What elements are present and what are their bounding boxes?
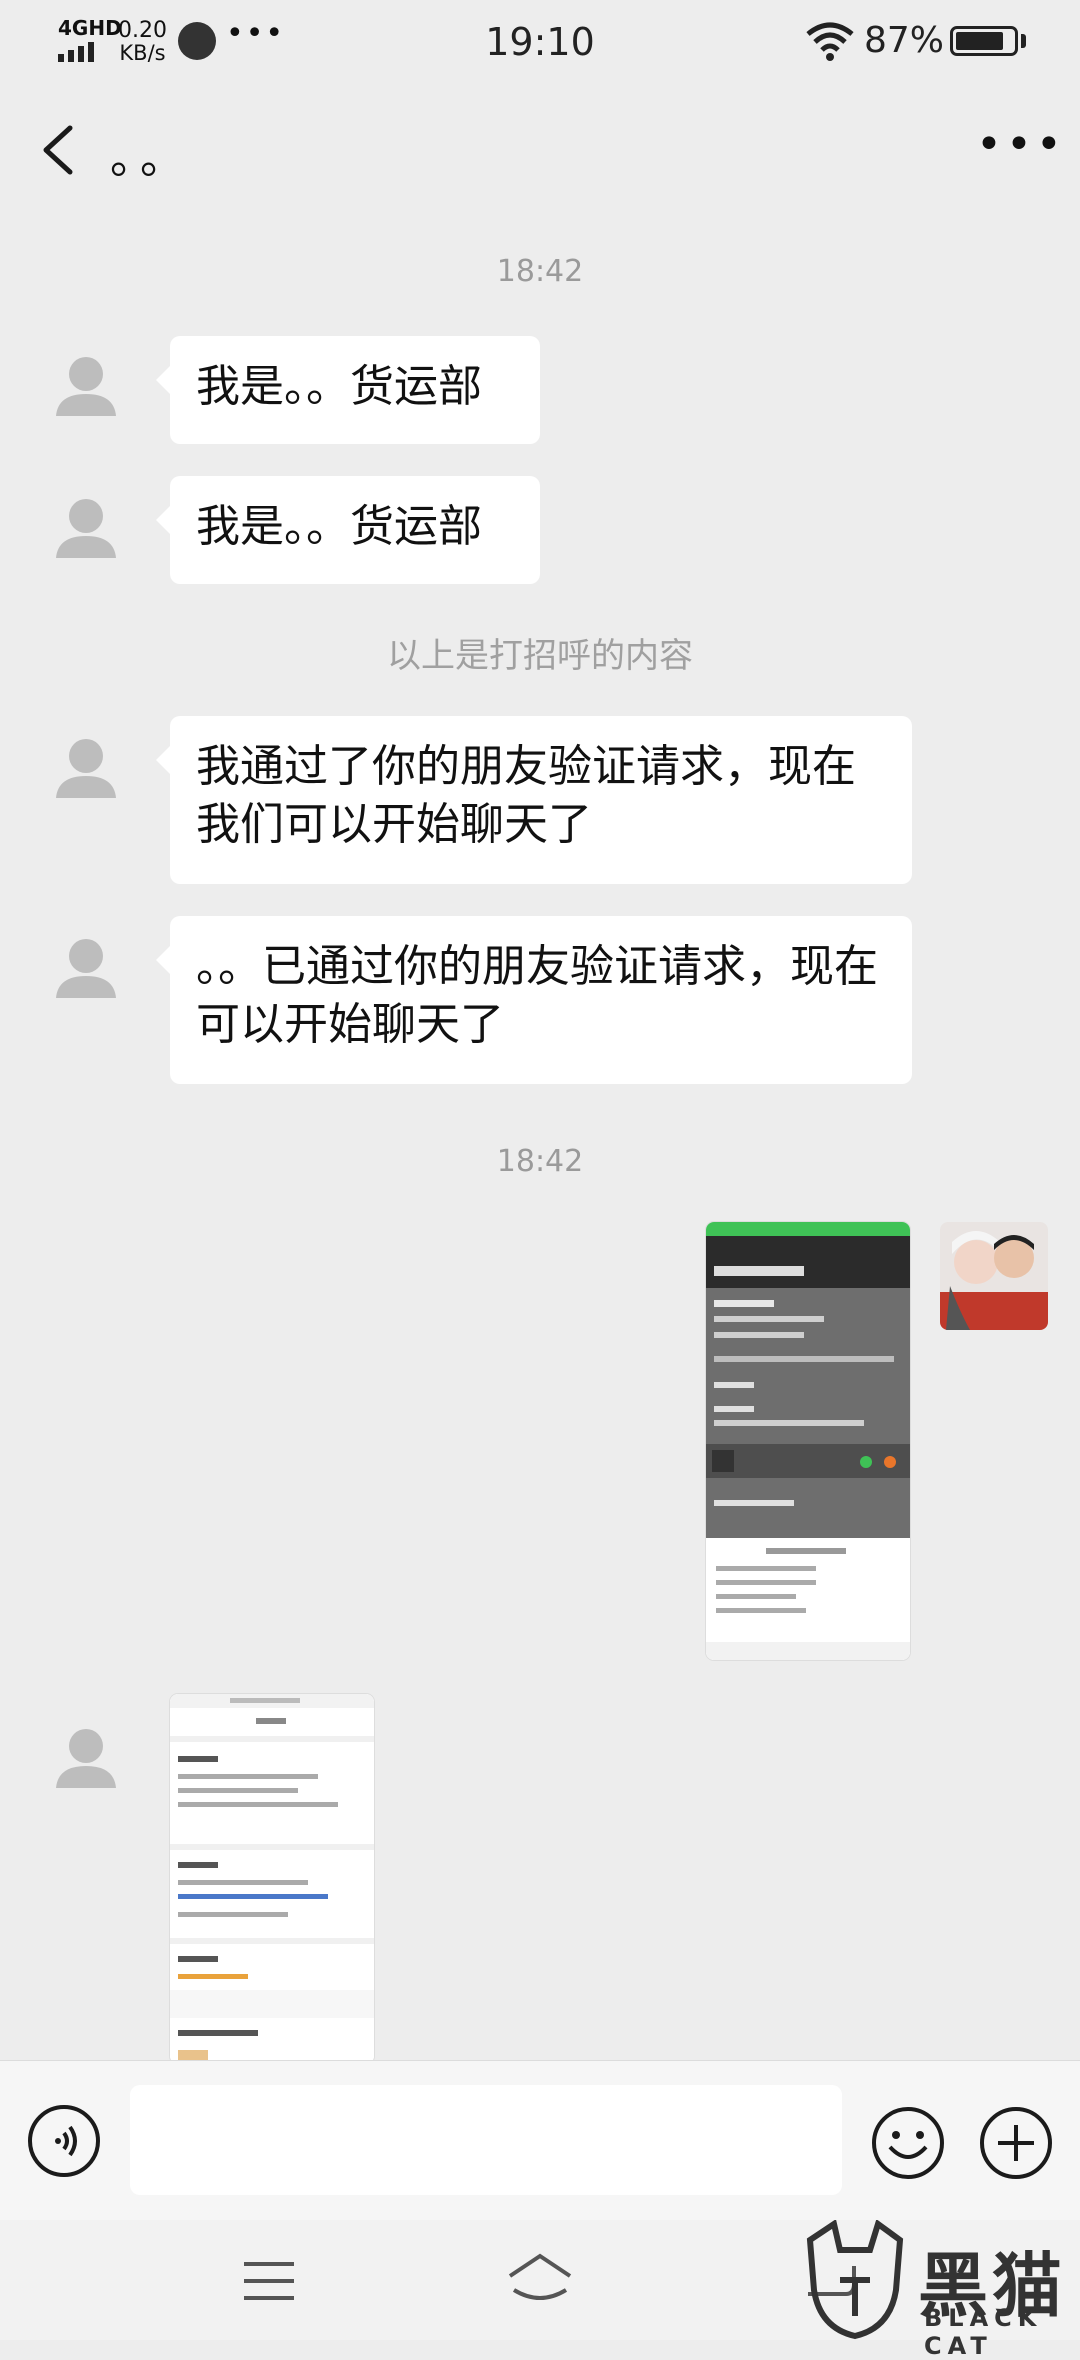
image-message-received[interactable] — [170, 1694, 374, 2060]
chat-header: 。。 ••• — [0, 84, 1080, 214]
default-avatar-icon — [56, 739, 116, 798]
voice-input-button[interactable] — [28, 2105, 100, 2177]
contact-avatar[interactable] — [44, 726, 128, 810]
message-bubble[interactable]: 。。已通过你的朋友验证请求，现在可以开始聊天了 — [156, 916, 912, 1084]
default-avatar-icon — [56, 1729, 116, 1788]
my-avatar[interactable] — [940, 1222, 1048, 1330]
screenshot-thumbnail — [170, 1694, 374, 2060]
cat-logo-icon — [806, 2220, 904, 2340]
contact-avatar[interactable] — [44, 1716, 128, 1800]
contact-avatar[interactable] — [44, 344, 128, 428]
back-arrow-icon[interactable] — [34, 120, 84, 180]
contact-avatar[interactable] — [44, 926, 128, 1010]
battery-tip — [1021, 34, 1026, 48]
timestamp: 18:42 — [496, 254, 584, 289]
battery-icon — [950, 26, 1018, 56]
timestamp: 18:42 — [496, 1144, 584, 1179]
default-avatar-icon — [56, 499, 116, 558]
screenshot-thumbnail — [706, 1222, 910, 1660]
message-input[interactable] — [130, 2085, 842, 2195]
message-bubble[interactable]: 我通过了你的朋友验证请求，现在我们可以开始聊天了 — [156, 716, 912, 884]
message-list[interactable]: 18:42 我是。。货运部 我是。。货运部 以上是打招呼的内容 我通过了你的朋友… — [0, 214, 1080, 2060]
status-bar: 4GHD 0.20 KB/s ••• 19:10 87% — [0, 0, 1080, 84]
add-attachment-icon[interactable] — [978, 2105, 1054, 2181]
home-icon[interactable] — [504, 2250, 576, 2310]
input-bar — [0, 2060, 1080, 2221]
watermark-en: BLACK CAT — [924, 2304, 1043, 2360]
default-avatar-icon — [56, 357, 116, 416]
emoji-icon[interactable] — [870, 2105, 946, 2181]
battery-percent: 87% — [864, 20, 945, 61]
watermark: 黑猫 BLACK CAT — [800, 2220, 1080, 2360]
message-bubble[interactable]: 我是。。货运部 — [156, 476, 540, 584]
image-message-sent[interactable] — [706, 1222, 910, 1660]
profile-photo — [940, 1222, 1048, 1330]
more-options-icon[interactable]: ••• — [976, 123, 1066, 167]
message-bubble[interactable]: 我是。。货运部 — [156, 336, 540, 444]
wifi-icon — [806, 22, 854, 61]
contact-avatar[interactable] — [44, 486, 128, 570]
voice-icon — [55, 2125, 77, 2157]
chat-title: 。。 — [110, 133, 192, 184]
system-note: 以上是打招呼的内容 — [387, 636, 693, 676]
default-avatar-icon — [56, 939, 116, 998]
menu-icon[interactable] — [240, 2256, 298, 2306]
